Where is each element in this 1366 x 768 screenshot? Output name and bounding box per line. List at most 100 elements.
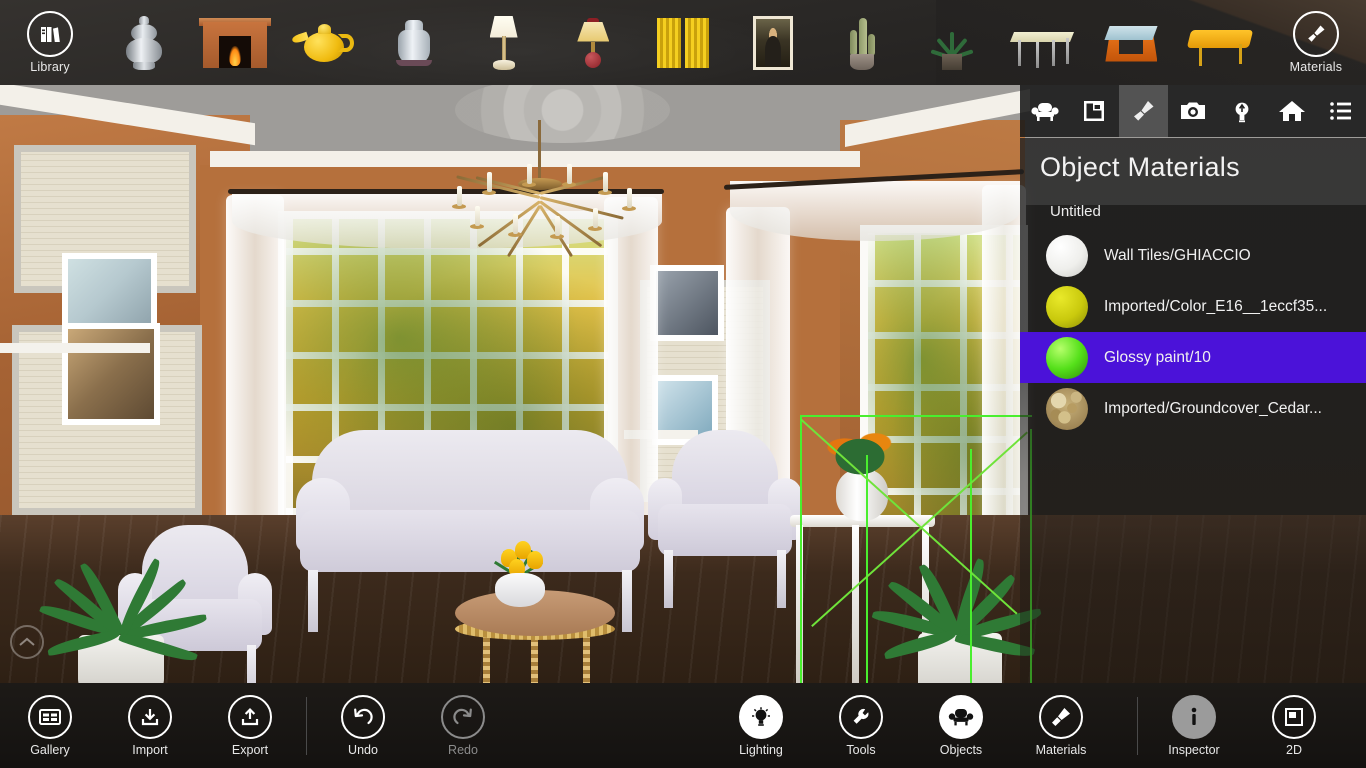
panel-tab-materials[interactable] [1118, 85, 1169, 137]
import-button-label: Import [132, 742, 168, 757]
library-object-floor-lamp[interactable] [459, 0, 549, 85]
white-table-thumbnail [1006, 10, 1078, 76]
camera-icon [1180, 102, 1205, 119]
library-object-white-pitcher[interactable] [369, 0, 459, 85]
undo-arrow-icon [341, 694, 385, 739]
scene-flower-vase[interactable] [483, 537, 557, 607]
library-object-silver-vase[interactable] [100, 0, 190, 85]
material-list-item[interactable]: Imported/Groundcover_Cedar... [1020, 383, 1366, 434]
library-object-white-table[interactable] [997, 0, 1087, 85]
silver-vase-thumbnail [109, 10, 181, 76]
info-icon [1172, 694, 1216, 739]
potted-plant-thumbnail [916, 10, 988, 76]
gallery-button-label: Gallery [30, 742, 70, 757]
panel-tab-list[interactable] [1317, 85, 1366, 137]
library-object-yellow-curtains[interactable] [638, 0, 728, 85]
fireplace-thumbnail [198, 10, 271, 76]
table-lamp-thumbnail [557, 10, 629, 76]
library-object-yellow-teapot[interactable] [279, 0, 369, 85]
home-icon [1278, 101, 1305, 121]
materials-button[interactable]: Materials [1011, 683, 1111, 768]
material-list: Wall Tiles/GHIACCIO Imported/Color_E16__… [1020, 230, 1366, 434]
bottom-toolbar: Gallery Import Export Undo Redo Lighting… [0, 683, 1366, 768]
list-icon [1330, 102, 1352, 120]
application-window: Library Materials Object Materials Untit… [0, 0, 1366, 768]
gallery-button[interactable]: Gallery [0, 683, 100, 768]
armchair-icon [939, 694, 983, 739]
material-swatch [1046, 387, 1088, 430]
redo-button[interactable]: Redo [413, 683, 513, 768]
armchair-icon [1031, 103, 1059, 121]
bottom-right-group: Inspector 2D [1144, 683, 1344, 768]
panel-tab-camera[interactable] [1168, 85, 1217, 137]
curtain-swag-right [730, 181, 1020, 241]
library-object-fireplace[interactable] [190, 0, 280, 85]
panel-tab-bar [1020, 85, 1366, 137]
white-pitcher-thumbnail [378, 10, 450, 76]
redo-button-label: Redo [448, 742, 478, 757]
scene-plant-left[interactable] [20, 515, 220, 683]
material-name: Imported/Groundcover_Cedar... [1104, 399, 1322, 417]
gallery-icon [28, 694, 72, 739]
panel-tab-home[interactable] [1267, 85, 1316, 137]
wall-shelf-left [0, 343, 150, 353]
lightbulb-icon [739, 694, 783, 739]
export-button-label: Export [231, 742, 269, 757]
material-list-item[interactable]: Wall Tiles/GHIACCIO [1020, 230, 1366, 281]
library-books-icon [27, 11, 73, 57]
objects-button[interactable]: Objects [911, 683, 1011, 768]
redo-arrow-icon [441, 694, 485, 739]
floor-lamp-thumbnail [468, 10, 540, 76]
panel-title: Object Materials [1040, 152, 1240, 182]
tools-button-label: Tools [846, 742, 876, 757]
paintbrush-icon [1133, 101, 1154, 121]
inspector-button[interactable]: Inspector [1144, 683, 1244, 768]
library-object-table-lamp[interactable] [548, 0, 638, 85]
lighting-button-label: Lighting [739, 742, 783, 757]
2d-view-button[interactable]: 2D [1244, 683, 1344, 768]
lighting-button[interactable]: Lighting [711, 683, 811, 768]
panel-tab-objects[interactable] [1020, 85, 1069, 137]
yellow-table-thumbnail [1185, 10, 1257, 76]
material-list-item-selected[interactable]: Glossy paint/10 [1020, 332, 1366, 383]
materials-library-button[interactable]: Materials [1266, 0, 1366, 85]
library-object-potted-plant[interactable] [907, 0, 997, 85]
curtain-left-back [226, 195, 284, 565]
objects-button-label: Objects [939, 742, 983, 757]
material-list-item[interactable]: Imported/Color_E16__1eccf35... [1020, 281, 1366, 332]
panel-tab-lighting[interactable] [1218, 85, 1267, 137]
import-download-icon [128, 694, 172, 739]
undo-button-label: Undo [348, 742, 378, 757]
toolbar-divider-1 [306, 696, 307, 755]
material-name: Glossy paint/10 [1104, 348, 1211, 366]
panel-tab-floorplan[interactable] [1069, 85, 1118, 137]
library-button[interactable]: Library [0, 0, 100, 85]
library-object-yellow-table[interactable] [1176, 0, 1266, 85]
library-object-potted-cactus[interactable] [818, 0, 908, 85]
library-object-orange-side-table[interactable] [1087, 0, 1177, 85]
framed-painting-thumbnail [737, 10, 809, 76]
bottom-history-group: Undo Redo [313, 683, 513, 768]
viewport-collapse-button[interactable] [10, 625, 44, 659]
paintbrush-icon [1039, 694, 1083, 739]
floorplan-icon [1272, 694, 1316, 739]
undo-button[interactable]: Undo [313, 683, 413, 768]
orange-side-table-thumbnail [1095, 10, 1167, 76]
floorplan-icon [1084, 101, 1105, 121]
inspector-button-label: Inspector [1168, 742, 1220, 757]
library-object-framed-painting[interactable] [728, 0, 818, 85]
lightbulb-icon [1235, 102, 1249, 123]
wall-art-back-upper [650, 265, 724, 341]
export-button[interactable]: Export [200, 683, 300, 768]
material-swatch [1046, 234, 1088, 277]
top-library-toolbar: Library Materials [0, 0, 1366, 85]
import-button[interactable]: Import [100, 683, 200, 768]
tools-button[interactable]: Tools [811, 683, 911, 768]
wrench-icon [839, 694, 883, 739]
library-button-label: Library [30, 60, 70, 74]
wall-art-lower-left [62, 323, 160, 425]
scene-plant-right[interactable] [860, 503, 1043, 683]
scene-armchair-right[interactable] [648, 430, 802, 620]
materials-button-label: Materials [1035, 742, 1087, 757]
chandelier[interactable] [430, 120, 650, 280]
